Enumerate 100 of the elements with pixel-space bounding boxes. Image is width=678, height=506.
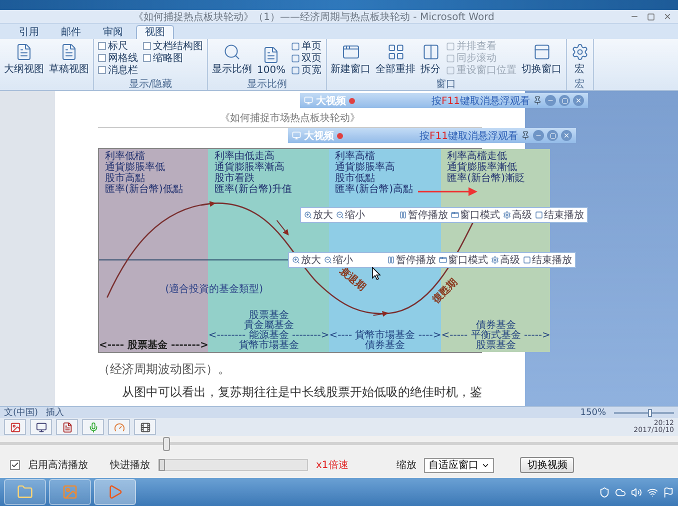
language-indicator: 文(中国) — [4, 406, 38, 419]
page-icon — [262, 46, 280, 64]
close-icon — [563, 132, 570, 139]
taskbar-button[interactable] — [4, 479, 46, 505]
condition-text: 通貨膨脹率高 — [335, 162, 396, 173]
toolbar-button[interactable]: 暂停播放 — [399, 208, 448, 222]
zoom-thumb[interactable] — [648, 408, 652, 416]
ribbon-button[interactable]: 全部重排 — [376, 40, 416, 76]
insert-mode[interactable]: 插入 — [46, 406, 64, 419]
ribbon-checkbox[interactable]: 缩略图 — [143, 52, 203, 64]
ribbon-button[interactable]: 大纲视图 — [4, 40, 44, 76]
network-icon[interactable] — [647, 486, 658, 498]
close-icon[interactable] — [663, 12, 672, 21]
condition-text: 匯率(新台幣)漸貶 — [447, 173, 526, 184]
taskbar-button[interactable] — [49, 479, 91, 505]
pin-icon[interactable] — [533, 96, 542, 105]
ribbon-checkbox[interactable]: 消息栏 — [98, 64, 138, 76]
switch-video-button[interactable]: 切换视频 — [520, 457, 574, 473]
toolbar-button[interactable]: 窗口模式 — [439, 253, 488, 267]
ribbon-button[interactable]: 拆分 — [420, 40, 441, 76]
maximize-icon[interactable] — [647, 12, 655, 20]
speaker-icon[interactable] — [631, 486, 642, 498]
zoom-dropdown[interactable]: 自适应窗口 — [424, 458, 494, 472]
body-paragraph: 从图中可以看出，复苏期往往是中长线股票开始低吸的绝佳时机，鉴 — [121, 384, 482, 401]
zoom-in-icon — [292, 256, 300, 264]
ribbon-button[interactable]: 单页 — [290, 40, 322, 52]
ribbon-tab[interactable]: 审阅 — [94, 25, 132, 39]
stop-icon — [523, 256, 531, 264]
grid-icon — [386, 43, 405, 61]
condition-text: 利率高檔 — [335, 151, 376, 162]
checkbox[interactable] — [10, 460, 20, 470]
toolbar-button[interactable]: 高级 — [491, 253, 520, 267]
checkbox[interactable] — [143, 42, 151, 50]
fund-text: <---- 貨幣市場基金 ----> — [329, 331, 442, 341]
folder-icon — [17, 484, 33, 500]
flag-icon[interactable] — [663, 486, 674, 498]
ribbon-checkbox[interactable]: 网格线 — [98, 52, 138, 64]
window-title: 大视频 — [304, 130, 334, 142]
check-icon — [11, 461, 19, 469]
ribbon-button[interactable]: 新建窗口 — [330, 40, 371, 76]
ribbon-tab[interactable]: 引用 — [10, 25, 48, 39]
close-button[interactable] — [573, 95, 584, 106]
condition-text: 匯率(新台幣)高點 — [335, 184, 414, 195]
taskbar-button[interactable] — [94, 479, 136, 505]
group-label: 窗口 — [436, 79, 456, 90]
phase-label: 衰退期 — [336, 266, 368, 294]
zoom-label: 缩放 — [396, 458, 416, 472]
progress-track[interactable] — [0, 437, 678, 451]
ribbon-button[interactable]: 草稿视图 — [49, 40, 89, 76]
toolbar-button[interactable]: 放大 — [304, 208, 333, 222]
ribbon-button[interactable]: 显示比例 — [212, 40, 252, 76]
toolbar-button[interactable]: 放大 — [292, 253, 321, 267]
condition-text: 匯率(新台幣)低點 — [105, 184, 184, 195]
toolbar-button[interactable]: 窗口模式 — [451, 208, 500, 222]
speed-slider[interactable] — [158, 459, 308, 471]
toolbar-button[interactable] — [56, 419, 78, 435]
ribbon-button[interactable]: 双页 — [290, 52, 322, 64]
checkbox[interactable] — [98, 66, 106, 74]
cloud-icon[interactable] — [615, 486, 626, 498]
fund-heading: (適合投資的基金類型) — [165, 282, 264, 296]
toolbar-button[interactable] — [30, 419, 52, 435]
fund-text: 貴金屬基金 — [244, 321, 294, 331]
gear-icon — [570, 43, 589, 61]
toolbar-button[interactable]: 高级 — [503, 208, 532, 222]
progress-thumb[interactable] — [163, 437, 170, 451]
toolbar-button[interactable]: 缩小 — [324, 253, 353, 267]
monitor-icon — [36, 422, 46, 432]
shield-icon[interactable] — [599, 486, 610, 498]
fund-text: 貨幣市場基金 — [238, 341, 299, 351]
close-button[interactable] — [561, 130, 572, 141]
checkbox[interactable] — [98, 42, 106, 50]
minimize-icon — [547, 97, 554, 104]
window-title: 大视频 — [316, 94, 346, 108]
checkbox[interactable] — [98, 54, 106, 62]
restore-button[interactable] — [559, 95, 570, 106]
gear-icon — [491, 256, 499, 264]
ribbon-button[interactable]: 切换窗口 — [522, 40, 562, 76]
toolbar-button[interactable]: 暂停播放 — [387, 253, 436, 267]
ribbon-button[interactable]: 100% — [257, 40, 286, 76]
condition-text: 利率由低走高 — [214, 151, 274, 162]
ribbon-tab[interactable]: 邮件 — [52, 25, 90, 39]
toolbar-button[interactable]: 结束播放 — [535, 208, 584, 222]
restore-button[interactable] — [547, 130, 558, 141]
ribbon-button[interactable]: 页宽 — [290, 64, 322, 76]
toolbar-button[interactable] — [134, 419, 156, 435]
condition-text: 通貨膨脹率低 — [105, 162, 166, 173]
windows-icon — [532, 43, 551, 61]
speed-thumb[interactable] — [159, 459, 165, 471]
toolbar-button[interactable]: 结束播放 — [523, 253, 572, 267]
ribbon-tab[interactable]: 视图 — [136, 25, 174, 39]
ribbon-checkbox[interactable]: 文档结构图 — [143, 40, 203, 52]
ribbon-button[interactable]: 宏 — [570, 40, 589, 76]
checkbox[interactable] — [143, 54, 151, 62]
document-icon — [62, 422, 72, 432]
dot-icon — [349, 98, 355, 104]
pin-icon[interactable] — [521, 131, 530, 140]
toolbar-button[interactable] — [4, 419, 26, 435]
condition-text: 利率高檔走低 — [447, 151, 508, 162]
ribbon-checkbox[interactable]: 标尺 — [98, 40, 138, 52]
toolbar-button[interactable]: 缩小 — [336, 208, 365, 222]
